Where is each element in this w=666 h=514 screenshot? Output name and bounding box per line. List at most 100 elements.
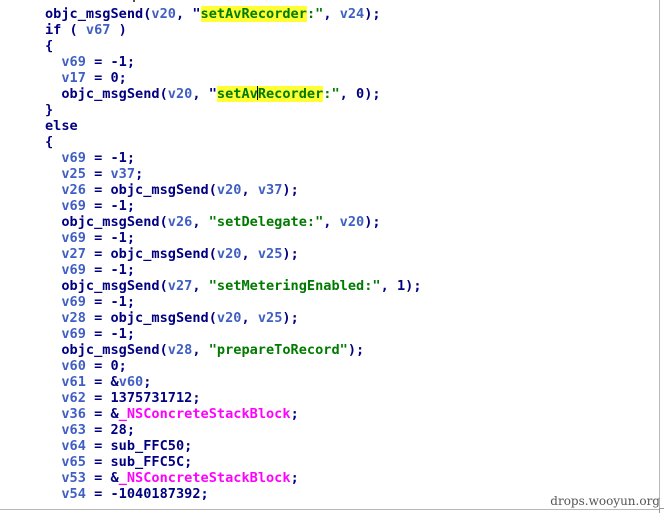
code-line[interactable]: if ( v67 ) <box>45 22 422 38</box>
resize-grip-icon <box>659 508 664 513</box>
code-line[interactable]: v54 = -1040187392; <box>45 486 422 502</box>
code-line[interactable]: v17 = 0; <box>45 70 422 86</box>
code-line[interactable]: v69 = -1; <box>45 230 422 246</box>
code-string: :" <box>306 6 324 22</box>
code-line[interactable]: v65 = sub_FFC5C; <box>45 454 422 470</box>
code-line[interactable]: v69 = -1; <box>45 262 422 278</box>
code-token: if ( <box>45 22 86 38</box>
code-string: setAvRecorder <box>200 6 307 22</box>
code-token: { <box>45 134 54 150</box>
code-token: objc_msgSend( <box>45 278 168 294</box>
code-token: ; <box>290 470 299 486</box>
watermark: drops.wooyun.org <box>550 494 660 508</box>
code-line[interactable]: v69 = -1; <box>45 150 422 166</box>
code-variable: v53 <box>61 470 86 486</box>
code-token: = & <box>85 374 119 390</box>
code-token: = -1; <box>85 230 136 246</box>
code-line[interactable]: v62 = 1375731712; <box>45 390 422 406</box>
code-line[interactable]: v25 = v37; <box>45 166 422 182</box>
code-token: = 0; <box>85 358 127 374</box>
code-token: = <box>85 166 111 182</box>
code-token: { <box>45 38 54 54</box>
code-line[interactable]: v69 = -1; <box>45 54 422 70</box>
code-variable: v25 <box>257 310 283 326</box>
code-variable: v20 <box>151 6 176 22</box>
code-line[interactable]: objc_msgSend(v26, "setDelegate:", v20); <box>45 214 422 230</box>
code-line[interactable]: v60 = 0; <box>45 358 422 374</box>
code-variable: v25 <box>61 166 86 182</box>
code-variable: v28 <box>167 342 193 358</box>
code-line[interactable]: v63 = 28; <box>45 422 422 438</box>
code-line[interactable]: objc_msgSend(v28, "prepareToRecord"); <box>45 342 422 358</box>
code-token: objc_msgSend( <box>45 86 168 102</box>
code-line[interactable]: v61 = &v60; <box>45 374 422 390</box>
code-token: objc_msgSend( <box>45 6 152 22</box>
code-token: , <box>241 246 258 262</box>
code-line[interactable]: v69 = -1; <box>45 326 422 342</box>
code-token: , <box>241 310 258 326</box>
code-line[interactable]: v27 = objc_msgSend(v20, v25); <box>45 246 422 262</box>
code-line[interactable]: else <box>45 118 422 134</box>
code-line[interactable]: objc_msgSend(v20, "setAvRecorder:", v24)… <box>45 6 422 22</box>
code-line[interactable]: v26 = objc_msgSend(v20, v37); <box>45 182 422 198</box>
code-variable: v20 <box>339 214 365 230</box>
code-token: = sub_FFC5C; <box>85 454 193 470</box>
code-line[interactable]: v64 = sub_FFC50; <box>45 438 422 454</box>
code-token: = -1040187392; <box>85 486 209 502</box>
code-line[interactable]: v28 = objc_msgSend(v20, v25); <box>45 310 422 326</box>
code-variable: v69 <box>61 198 86 214</box>
code-variable: v65 <box>61 454 86 470</box>
code-string: Recorder <box>257 86 324 102</box>
code-line[interactable]: v53 = &_NSConcreteStackBlock; <box>45 470 422 486</box>
code-token: ); <box>364 6 381 22</box>
code-variable: v69 <box>61 150 86 166</box>
code-variable: v37 <box>110 166 136 182</box>
code-variable: v20 <box>216 182 242 198</box>
code-token: ); <box>347 342 365 358</box>
code-line[interactable]: objc_msgSend(v27, "setMeteringEnabled:",… <box>45 278 421 294</box>
code-token: } <box>45 102 54 118</box>
scroll-artifact <box>133 0 135 2</box>
code-line[interactable]: v69 = -1; <box>45 198 422 214</box>
code-variable: v27 <box>61 246 86 262</box>
code-token: ; <box>290 406 299 422</box>
code-line[interactable]: { <box>45 38 422 54</box>
code-line[interactable]: } <box>45 102 422 118</box>
code-variable: v69 <box>61 294 86 310</box>
code-line[interactable]: v36 = &_NSConcreteStackBlock; <box>45 406 422 422</box>
code-string: :" <box>323 86 340 102</box>
code-token: = 28; <box>85 422 136 438</box>
code-string: setAv <box>216 86 258 102</box>
code-token: , " <box>175 6 201 22</box>
code-string: "setDelegate:" <box>208 214 324 230</box>
code-line[interactable]: { <box>45 134 422 150</box>
code-token: , <box>192 214 209 230</box>
code-line[interactable]: objc_msgSend(v20, "setAvRecorder:", 0); <box>45 86 422 102</box>
code-token: ); <box>364 214 381 230</box>
code-variable: v60 <box>61 358 86 374</box>
pseudocode-listing[interactable]: objc_msgSend(v20, "setAvRecorder:", v24)… <box>45 6 422 502</box>
code-variable: v26 <box>61 182 86 198</box>
code-token: , " <box>192 86 217 102</box>
code-token: objc_msgSend( <box>45 342 168 358</box>
code-variable: v20 <box>216 310 242 326</box>
code-variable: v69 <box>61 230 86 246</box>
code-variable: v69 <box>61 326 86 342</box>
code-variable: v27 <box>167 278 193 294</box>
code-line[interactable]: v69 = -1; <box>45 294 422 310</box>
code-token: = & <box>85 406 119 422</box>
code-variable: v63 <box>61 422 86 438</box>
